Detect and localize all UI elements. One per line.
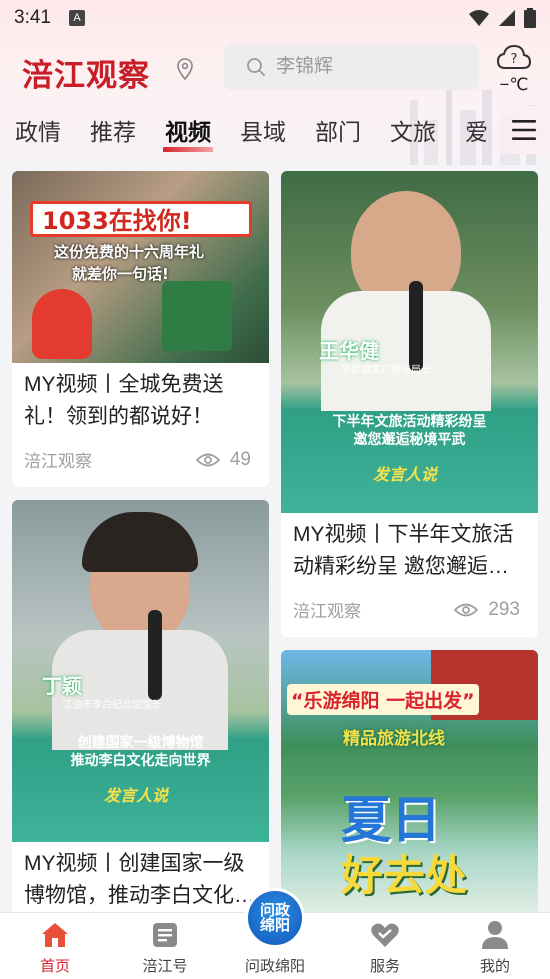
- location-pin-icon[interactable]: [176, 58, 194, 80]
- speaker-name: 王华健: [319, 339, 379, 363]
- video-card[interactable]: 王华健 平武县文广旅局局长 下半年文旅活动精彩纷呈 邀您邂逅秘境平武 发言人说 …: [281, 171, 538, 637]
- card-meta: 涪江观察 293: [293, 597, 520, 622]
- thumbnail-subline: 精品旅游北线: [343, 729, 445, 749]
- video-thumbnail: 王华健 平武县文广旅局局长 下半年文旅活动精彩纷呈 邀您邂逅秘境平武 发言人说: [281, 171, 538, 513]
- thumbnail-title-place: 好去处: [341, 851, 468, 900]
- tab-department[interactable]: 部门: [315, 113, 361, 147]
- svg-text:?: ?: [511, 52, 518, 67]
- nav-service[interactable]: 服务: [330, 913, 440, 979]
- card-title: MY视频丨全城免费送礼！领到的都说好！: [24, 373, 224, 428]
- cloud-question-icon: ?: [496, 44, 532, 69]
- hamburger-menu-icon: [512, 120, 536, 140]
- view-count-value: 293: [488, 598, 520, 620]
- spokesperson-logo: 发言人说: [373, 465, 438, 484]
- nav-mine[interactable]: 我的: [440, 913, 550, 979]
- thumbnail-subline: 就差你一句话!: [72, 265, 169, 283]
- video-thumbnail: “乐游绵阳 一起出发” 精品旅游北线 夏日 好去处: [281, 650, 538, 920]
- heart-icon: [371, 923, 399, 947]
- nav-fujianghao-label: 涪江号: [142, 958, 188, 975]
- card-source: 涪江观察: [24, 452, 92, 471]
- menu-button[interactable]: [498, 106, 550, 154]
- tab-video[interactable]: 视频: [163, 113, 213, 152]
- microphone: [148, 610, 162, 700]
- eye-icon: [454, 603, 479, 616]
- status-time: 3:41: [14, 7, 51, 28]
- thumbnail-headline: 1033在找你!: [42, 207, 192, 235]
- tab-culture-tourism[interactable]: 文旅: [390, 113, 436, 147]
- video-card[interactable]: “乐游绵阳 一起出发” 精品旅游北线 夏日 好去处: [281, 650, 538, 920]
- nav-wenzheng-label: 问政绵阳: [244, 958, 305, 975]
- thumbnail-subline: 这份免费的十六周年礼: [54, 243, 205, 261]
- spokesperson-logo: 发言人说: [104, 786, 169, 805]
- search-icon: [247, 58, 265, 76]
- nav-home-label: 首页: [39, 958, 70, 975]
- card-meta: 涪江观察 49: [24, 447, 251, 472]
- tab-county[interactable]: 县域: [240, 113, 286, 147]
- search-input[interactable]: [276, 56, 466, 78]
- card-source: 涪江观察: [293, 602, 361, 621]
- weather-temperature: −℃: [499, 75, 529, 94]
- video-thumbnail: 1033在找你! 这份免费的十六周年礼 就差你一句话!: [12, 171, 269, 363]
- nav-fujianghao[interactable]: 涪江号: [110, 913, 220, 979]
- notification-a-icon: A: [68, 10, 85, 26]
- wenzheng-badge-icon[interactable]: 问政 绵阳: [245, 888, 305, 948]
- grid-icon: [153, 923, 177, 947]
- thumbnail-headline: “乐游绵阳 一起出发”: [287, 684, 479, 715]
- center-badge-label: 问政 绵阳: [259, 901, 290, 934]
- signal-icon: [499, 10, 515, 26]
- thumbnail-caption: 邀您邂逅秘境平武: [353, 432, 466, 448]
- eye-icon: [195, 453, 220, 466]
- view-count-value: 49: [229, 448, 251, 470]
- user-icon: [482, 921, 508, 949]
- tab-politics[interactable]: 政情: [15, 113, 61, 147]
- speaker-role: 平武县文广旅局局长: [341, 365, 431, 376]
- status-bar: 3:41 A: [0, 0, 550, 36]
- nav-home[interactable]: 首页: [0, 913, 110, 979]
- app-logo: 涪江观察: [22, 58, 150, 94]
- thumbnail-caption: 推动李白文化走向世界: [70, 753, 211, 769]
- video-card[interactable]: 丁颖 江油市李白纪念馆馆长 创建国家一级博物馆 推动李白文化走向世界 发言人说 …: [12, 500, 269, 920]
- nav-service-label: 服务: [369, 958, 400, 975]
- microphone: [409, 281, 423, 371]
- home-icon: [42, 923, 68, 947]
- category-tabs: 政情 推荐 视频 县域 部门 文旅 爱: [0, 108, 550, 152]
- video-card[interactable]: 1033在找你! 这份免费的十六周年礼 就差你一句话! MY视频丨全城免费送礼！…: [12, 171, 269, 487]
- view-count: 293: [454, 599, 520, 621]
- view-count: 49: [195, 448, 251, 471]
- tab-overflow[interactable]: 爱: [465, 113, 488, 147]
- mascot-figure: [32, 289, 92, 359]
- product-display: [162, 281, 232, 351]
- battery-icon: [524, 8, 536, 28]
- speaker-name: 丁颖: [42, 674, 82, 698]
- video-thumbnail: 丁颖 江油市李白纪念馆馆长 创建国家一级博物馆 推动李白文化走向世界 发言人说: [12, 500, 269, 842]
- speaker-role: 江油市李白纪念馆馆长: [62, 700, 162, 711]
- card-title: MY视频丨下半年文旅活动精彩纷呈 邀您邂逅秘境平武: [293, 523, 514, 578]
- nav-mine-label: 我的: [479, 958, 510, 975]
- wifi-icon: [469, 10, 489, 26]
- speaker-hair: [82, 512, 198, 572]
- card-title: MY视频丨创建国家一级博物馆，推动李白文化走向世界: [24, 852, 255, 907]
- tab-recommend[interactable]: 推荐: [90, 113, 136, 147]
- thumbnail-caption: 下半年文旅活动精彩纷呈: [332, 414, 487, 430]
- search-bar[interactable]: [224, 44, 479, 90]
- thumbnail-caption: 创建国家一级博物馆: [77, 735, 204, 751]
- weather-widget[interactable]: ? −℃: [494, 42, 534, 95]
